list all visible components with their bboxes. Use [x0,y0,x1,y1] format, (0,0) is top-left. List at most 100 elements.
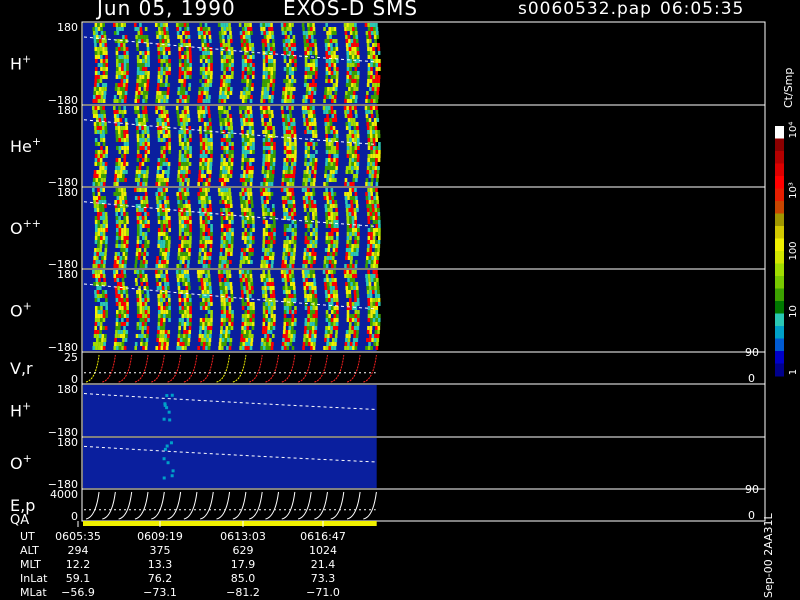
heatmap-cell [114,174,117,178]
heatmap-cell [114,200,117,204]
heatmap-cell [289,256,293,260]
heatmap-cell [97,142,101,146]
heatmap-cell [123,110,127,114]
heatmap-cell [284,342,287,346]
heatmap-cell [283,158,287,162]
heatmap-cell [270,47,273,51]
heatmap-cell [323,99,326,103]
heatmap-cell [346,264,350,268]
heatmap-cell [313,118,317,122]
heatmap-cell [98,114,101,118]
heatmap-cell [291,59,295,63]
heatmap-cell [310,95,314,99]
heatmap-cell [94,83,97,87]
heatmap-cell [333,158,336,162]
heatmap-cell [198,174,201,178]
heatmap-cell [304,326,307,330]
heatmap-cell [309,314,313,318]
heatmap-cell [272,79,276,83]
heatmap-cell [120,75,124,79]
heatmap-cell [165,314,169,318]
heatmap-cell [376,95,379,99]
heatmap-cell [356,130,360,134]
heatmap-cell [100,114,104,118]
heatmap-cell [307,220,310,224]
heatmap-cell [183,126,186,130]
heatmap-cell [346,220,350,224]
heatmap-cell [314,51,318,55]
heatmap-cell [104,83,108,87]
heatmap-cell [307,114,311,118]
heatmap-cell [289,342,293,346]
heatmap-cell [178,134,182,138]
heatmap-cell [312,346,316,350]
heatmap-cell [369,170,372,174]
heatmap-cell [322,270,326,274]
heatmap-cell [284,35,288,39]
heatmap-cell [224,122,228,126]
heatmap-cell [119,95,122,99]
heatmap-cell [244,318,247,322]
heatmap-cell [123,55,127,59]
heatmap-cell [271,35,275,39]
heatmap-cell [268,63,271,67]
heatmap-cell [372,146,376,150]
heatmap-cell [293,166,296,170]
heatmap-cell [206,126,210,130]
heatmap-cell [368,278,371,282]
heatmap-cell [159,248,163,252]
heatmap-cell [239,346,242,350]
heatmap-cell [288,83,291,87]
heatmap-cell [220,23,224,27]
heatmap-cell [228,274,232,278]
sweep-line [265,491,280,520]
heatmap-cell [104,334,107,338]
heatmap-cell [181,224,185,228]
heatmap-cell [374,208,378,212]
heatmap-cell [349,346,353,350]
heatmap-cell [327,130,331,134]
heatmap-cell [244,150,248,154]
heatmap-cell [230,322,234,326]
heatmap-cell [222,47,226,51]
heatmap-cell [355,196,358,200]
heatmap-cell [223,59,227,63]
heatmap-cell [375,134,378,138]
heatmap-cell [161,31,164,35]
heatmap-cell [162,298,166,302]
heatmap-cell [312,188,315,192]
heatmap-cell [348,252,351,256]
heatmap-cell [247,63,250,67]
heatmap-cell [303,39,307,43]
heatmap-cell [377,330,380,334]
heatmap-cell [144,216,148,220]
heatmap-cell [369,162,373,166]
heatmap-cell [368,35,372,39]
heatmap-cell [100,154,103,158]
heatmap-cell [98,91,102,95]
heatmap-cell [92,196,96,200]
heatmap-cell [161,95,164,99]
heatmap-cell [179,342,183,346]
heatmap-cell [307,318,310,322]
heatmap-cell [304,150,308,154]
heatmap-cell [102,220,106,224]
heatmap-cell [116,114,120,118]
heatmap-cell [264,83,268,87]
heatmap-cell [188,212,192,216]
heatmap-cell [185,122,189,126]
heatmap-cell [102,162,105,166]
heatmap-cell [145,178,148,182]
heatmap-cell [305,35,309,39]
heatmap-cell [334,278,337,282]
heatmap-cell [330,59,334,63]
heatmap-cell [123,192,127,196]
footer-cell: 59.1 [66,572,91,585]
heatmap-cell [177,91,180,95]
heatmap-cell [244,146,248,150]
heatmap-cell [246,322,250,326]
heatmap-cell [97,270,100,274]
heatmap-cell [124,178,127,182]
heatmap-cell [343,23,347,27]
heatmap-cell [285,334,288,338]
